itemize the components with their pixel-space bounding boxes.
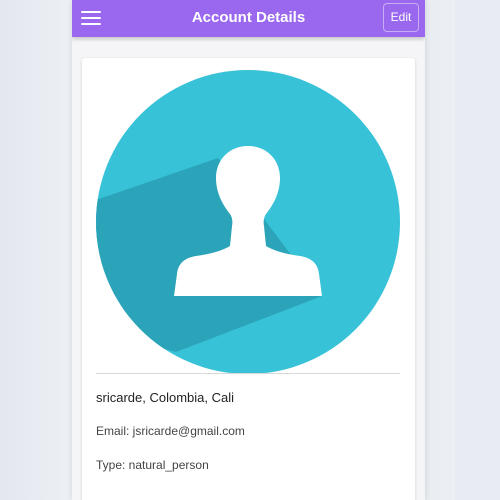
account-card: sricarde, Colombia, Cali Email: jsricard… [82, 58, 415, 500]
background-left [0, 0, 72, 500]
email-text: Email: jsricarde@gmail.com [96, 424, 245, 438]
hamburger-menu-icon[interactable] [78, 6, 104, 30]
background-stripe [455, 0, 500, 500]
app-bar: Account Details Edit [72, 0, 425, 37]
account-type-text: Type: natural_person [96, 458, 209, 472]
app-screen: Account Details Edit sricarde, Colombia,… [72, 0, 425, 500]
name-location-text: sricarde, Colombia, Cali [96, 390, 234, 405]
edit-button[interactable]: Edit [383, 3, 419, 32]
divider [96, 373, 400, 374]
page-title: Account Details [191, 9, 306, 26]
user-avatar-icon [96, 70, 400, 374]
